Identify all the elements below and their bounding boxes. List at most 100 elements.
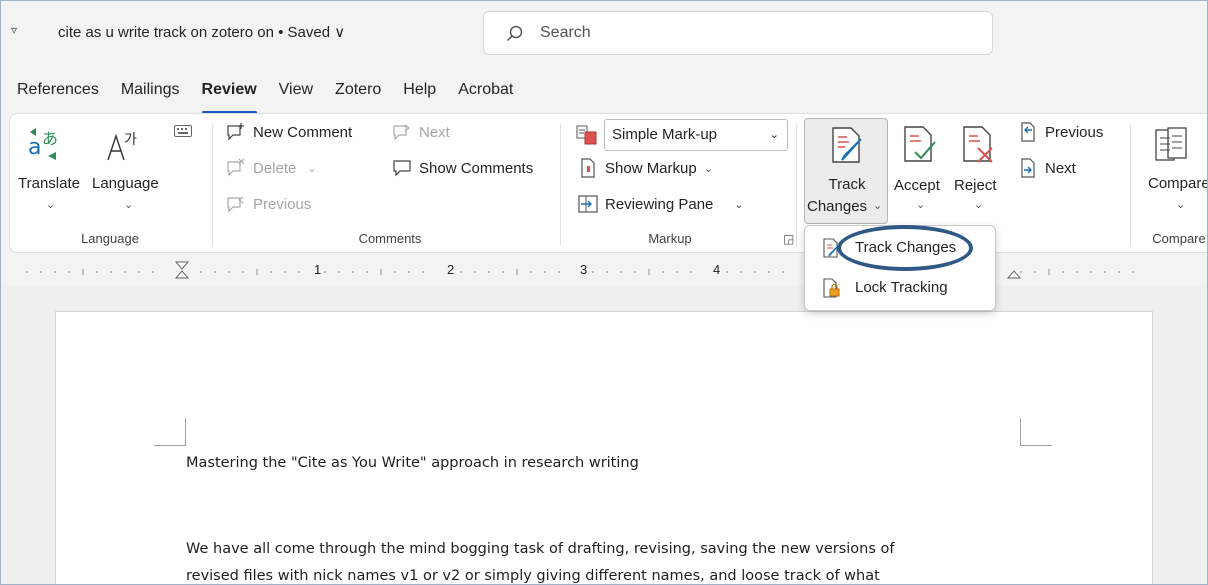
group-label-markup: Markup <box>648 231 692 246</box>
new-comment-button[interactable]: New Comment <box>226 122 352 142</box>
group-label-language: Language <box>81 231 139 246</box>
language-button[interactable]: 가 Language ⌄ <box>90 120 164 220</box>
ruler-number: 1 <box>314 262 322 277</box>
comment-icon <box>393 160 411 177</box>
track-changes-label-line1: Track <box>828 176 866 193</box>
group-separator <box>796 124 797 246</box>
group-label-comments: Comments <box>358 231 422 246</box>
lock-tracking-icon <box>823 278 840 298</box>
chevron-down-icon: ⌄ <box>769 129 779 141</box>
next-change-button[interactable]: Next <box>1018 158 1076 178</box>
track-changes-label-line2: Changes <box>807 198 868 215</box>
tab-zotero[interactable]: Zotero <box>335 71 381 111</box>
delete-comment-icon <box>227 158 245 177</box>
ribbon-tabs: References Mailings Review View Zotero H… <box>1 71 524 114</box>
previous-comment-button[interactable]: Previous <box>226 194 311 214</box>
compare-label: Compare <box>1148 175 1208 192</box>
track-changes-button[interactable]: Track Changes ⌄ <box>804 118 888 224</box>
new-comment-icon <box>227 123 244 141</box>
document-paragraph-line[interactable]: revised files with nick names v1 or v2 o… <box>186 568 880 584</box>
word-window: ▿ cite as u write track on zotero on • S… <box>0 0 1208 585</box>
language-icon: 가 <box>107 132 137 161</box>
previous-change-icon <box>1021 122 1035 142</box>
tab-mailings[interactable]: Mailings <box>121 71 180 111</box>
previous-change-button[interactable]: Previous <box>1018 122 1103 142</box>
search-box[interactable] <box>483 11 993 55</box>
crop-mark <box>1020 418 1052 446</box>
translate-button[interactable]: a あ Translate ⌄ <box>16 120 90 220</box>
markup-dialog-launcher-icon[interactable]: ◲ <box>783 232 794 246</box>
chevron-down-icon: ⌄ <box>916 199 926 211</box>
group-separator <box>560 124 561 246</box>
tab-acrobat[interactable]: Acrobat <box>458 71 513 111</box>
reviewing-pane-label: Reviewing Pane <box>605 195 714 213</box>
chevron-down-icon: ⌄ <box>974 199 984 211</box>
show-markup-icon <box>581 158 595 178</box>
menu-item-label: Lock Tracking <box>855 279 948 296</box>
display-for-review-value: Simple Mark-up <box>612 126 718 143</box>
document-canvas[interactable]: Mastering the "Cite as You Write" approa… <box>1 285 1207 584</box>
ruler-number: 4 <box>713 262 721 277</box>
reject-label: Reject <box>954 177 997 194</box>
crop-mark <box>154 418 186 446</box>
chevron-down-icon: ⌄ <box>703 162 713 175</box>
next-comment-label: Next <box>419 123 450 141</box>
tab-review[interactable]: Review <box>201 71 257 114</box>
display-for-review-icon <box>576 124 598 150</box>
chevron-down-icon: ⌄ <box>734 198 744 211</box>
document-title[interactable]: cite as u write track on zotero on • Sav… <box>58 23 345 41</box>
show-comments-button[interactable]: Show Comments <box>392 158 533 178</box>
show-markup-button[interactable]: Show Markup ⌄ <box>578 158 713 178</box>
reject-icon <box>963 126 993 163</box>
svg-text:あ: あ <box>42 129 58 148</box>
group-separator <box>1130 124 1131 246</box>
previous-change-label: Previous <box>1045 123 1104 141</box>
reviewing-pane-icon <box>578 195 598 213</box>
delete-comment-label: Delete <box>253 159 297 177</box>
chevron-down-icon: ⌄ <box>1176 199 1186 211</box>
document-paragraph-line[interactable]: We have all come through the mind boggin… <box>186 541 895 557</box>
compare-button[interactable]: Compare ⌄ <box>1136 118 1208 224</box>
show-comments-label: Show Comments <box>419 159 534 177</box>
previous-comment-icon <box>227 196 244 213</box>
next-change-label: Next <box>1045 159 1076 177</box>
translate-label: Translate <box>18 175 80 192</box>
horizontal-ruler[interactable]: 1 2 3 4 <box>1 255 1207 285</box>
chevron-down-icon: ⌄ <box>46 199 56 211</box>
reviewing-pane-button[interactable]: Reviewing Pane ⌄ <box>578 194 744 214</box>
accept-label: Accept <box>894 177 940 194</box>
search-input[interactable] <box>540 20 960 46</box>
tab-view[interactable]: View <box>279 71 313 111</box>
delete-comment-button[interactable]: Delete ⌄ <box>226 158 317 178</box>
next-comment-icon <box>393 124 410 141</box>
chevron-down-icon: ⌄ <box>124 199 134 211</box>
next-comment-button[interactable]: Next <box>392 122 450 142</box>
display-for-review-dropdown[interactable]: Simple Mark-up ⌄ <box>604 119 788 151</box>
new-comment-label: New Comment <box>253 123 353 141</box>
track-changes-icon <box>832 127 862 163</box>
chevron-down-icon: ⌄ <box>873 200 883 212</box>
quick-access-dropdown-icon[interactable]: ▿ <box>11 23 17 37</box>
ruler-number: 2 <box>447 262 455 277</box>
translate-icon: a あ <box>28 128 58 160</box>
svg-text:가: 가 <box>124 132 137 148</box>
accept-icon <box>904 126 936 162</box>
search-icon <box>507 25 523 41</box>
compare-icon <box>1155 127 1187 161</box>
tab-references[interactable]: References <box>17 71 99 111</box>
reject-button[interactable]: Reject ⌄ <box>950 118 1004 224</box>
previous-comment-label: Previous <box>253 195 312 213</box>
highlight-annotation-ellipse <box>837 225 973 271</box>
accept-button[interactable]: Accept ⌄ <box>890 118 948 224</box>
menu-item-lock-tracking[interactable]: Lock Tracking <box>805 272 995 304</box>
group-separator <box>212 124 213 246</box>
svg-text:a: a <box>28 135 41 160</box>
group-label-compare: Compare <box>1152 231 1206 246</box>
next-change-icon <box>1021 158 1035 178</box>
show-markup-label: Show Markup <box>605 159 697 177</box>
keyboard-icon[interactable] <box>174 124 192 141</box>
tab-help[interactable]: Help <box>403 71 436 111</box>
ruler-number: 3 <box>580 262 588 277</box>
document-page[interactable]: Mastering the "Cite as You Write" approa… <box>55 311 1153 584</box>
document-heading[interactable]: Mastering the "Cite as You Write" approa… <box>186 455 639 471</box>
